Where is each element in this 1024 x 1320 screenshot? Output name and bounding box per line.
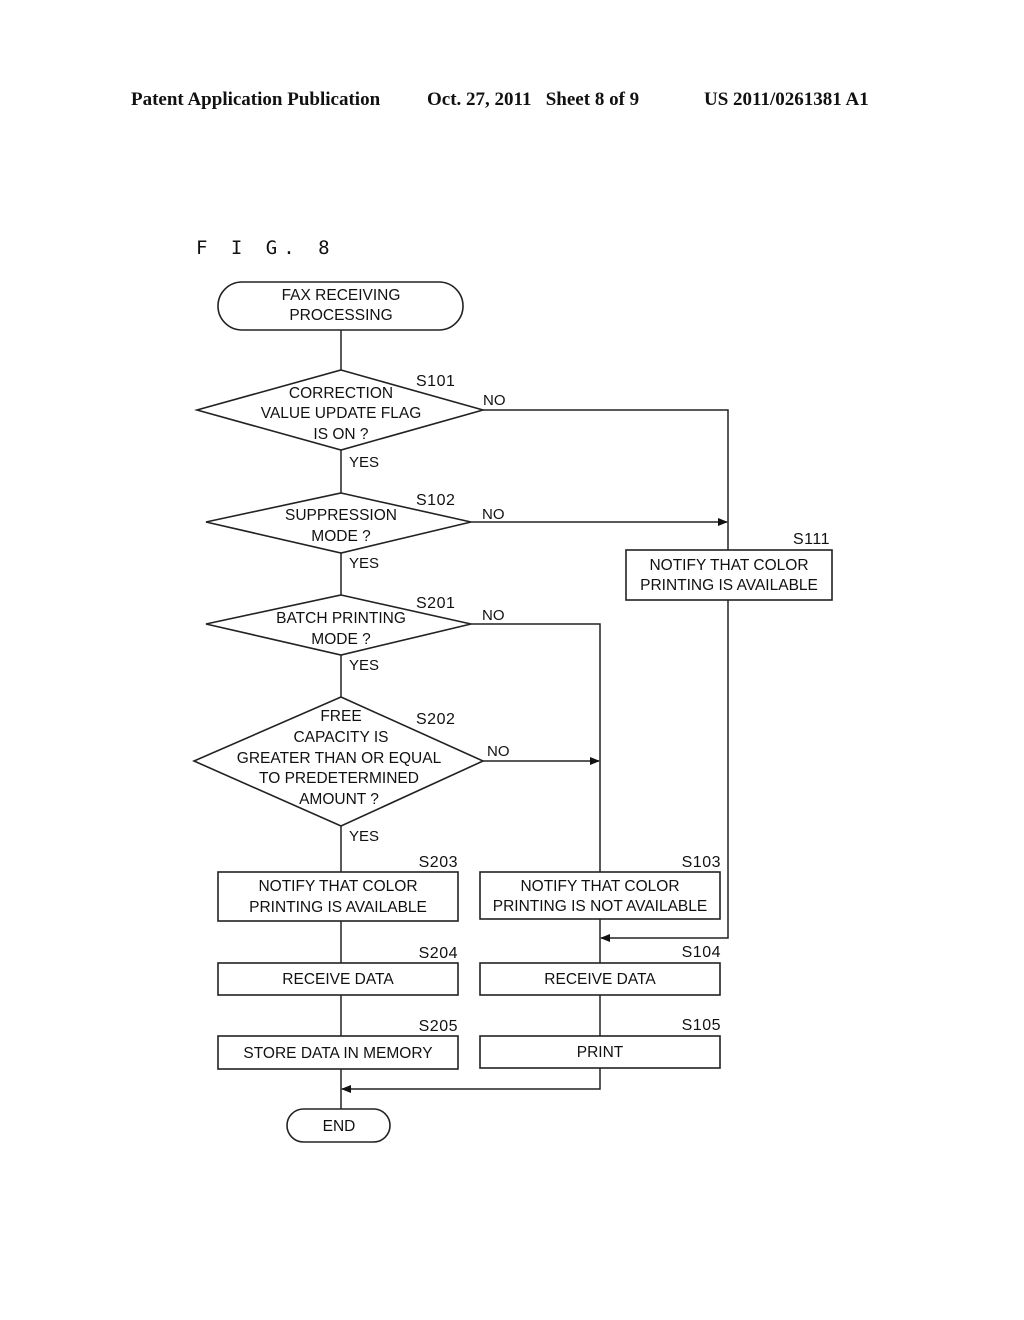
s102-text-line-1: SUPPRESSION: [285, 507, 397, 524]
s104-step-id: S104: [682, 944, 721, 961]
s204-text: RECEIVE DATA: [282, 971, 394, 988]
s103-text-line-1: NOTIFY THAT COLOR: [520, 878, 679, 895]
s205-text: STORE DATA IN MEMORY: [243, 1045, 432, 1062]
s203-text-line-2: PRINTING IS AVAILABLE: [249, 899, 427, 916]
s202-no-label: NO: [487, 743, 510, 760]
s103-text-line-2: PRINTING IS NOT AVAILABLE: [493, 898, 707, 915]
s101-yes-label: YES: [349, 454, 379, 471]
end-label: END: [323, 1118, 356, 1135]
start-label-line-2: PROCESSING: [289, 307, 392, 324]
s105-step-id: S105: [682, 1017, 721, 1034]
s101-text-line-2: VALUE UPDATE FLAG: [261, 405, 422, 422]
s102-step-id: S102: [416, 492, 455, 509]
s102-text-line-2: MODE ?: [311, 528, 371, 545]
start-terminal: FAX RECEIVING PROCESSING: [217, 281, 464, 331]
s203-step-id: S203: [419, 854, 458, 871]
s102-yes-label: YES: [349, 555, 379, 572]
s111-text-line-1: NOTIFY THAT COLOR: [649, 557, 808, 574]
s201-yes-label: YES: [349, 657, 379, 674]
edge-s101-no: [483, 409, 729, 550]
s202-step-id: S202: [416, 711, 455, 728]
s111-text-line-2: PRINTING IS AVAILABLE: [640, 577, 818, 594]
s201-text-line-1: BATCH PRINTING: [276, 610, 406, 627]
start-label-line-1: FAX RECEIVING: [282, 287, 401, 304]
decision-s201: BATCH PRINTING MODE ? S201 NO YES: [205, 594, 505, 674]
flowchart: FAX RECEIVING PROCESSING CORRECTION VALU…: [192, 281, 833, 1143]
s101-text-line-1: CORRECTION: [289, 385, 393, 402]
s202-text-line-3: GREATER THAN OR EQUAL: [237, 750, 442, 767]
s101-no-label: NO: [483, 392, 506, 409]
s101-step-id: S101: [416, 373, 455, 390]
decision-s101: CORRECTION VALUE UPDATE FLAG IS ON ? S10…: [194, 369, 506, 471]
s101-text-line-3: IS ON ?: [313, 426, 369, 443]
process-s203: NOTIFY THAT COLOR PRINTING IS AVAILABLE …: [217, 854, 459, 922]
s102-no-label: NO: [482, 506, 505, 523]
s103-step-id: S103: [682, 854, 721, 871]
s204-step-id: S204: [419, 945, 458, 962]
process-s111: NOTIFY THAT COLOR PRINTING IS AVAILABLE …: [625, 531, 833, 601]
s202-text-line-2: CAPACITY IS: [293, 729, 388, 746]
s111-step-id: S111: [793, 531, 830, 548]
s202-text-line-5: AMOUNT ?: [299, 791, 379, 808]
s105-text: PRINT: [577, 1044, 624, 1061]
s201-text-line-2: MODE ?: [311, 631, 371, 648]
s203-text-line-1: NOTIFY THAT COLOR: [258, 878, 417, 895]
edge-s105-merge: [341, 1068, 601, 1093]
s201-no-label: NO: [482, 607, 505, 624]
s202-text-line-1: FREE: [320, 708, 361, 725]
end-terminal: END: [286, 1108, 391, 1143]
decision-s202: FREE CAPACITY IS GREATER THAN OR EQUAL T…: [192, 696, 510, 845]
s104-text: RECEIVE DATA: [544, 971, 656, 988]
s205-step-id: S205: [419, 1018, 458, 1035]
decision-s102: SUPPRESSION MODE ? S102 NO YES: [205, 492, 505, 572]
process-s204: RECEIVE DATA S204: [217, 945, 459, 996]
s202-text-line-4: TO PREDETERMINED: [259, 770, 419, 787]
s201-step-id: S201: [416, 595, 455, 612]
s202-yes-label: YES: [349, 828, 379, 845]
process-s205: STORE DATA IN MEMORY S205: [217, 1018, 459, 1070]
